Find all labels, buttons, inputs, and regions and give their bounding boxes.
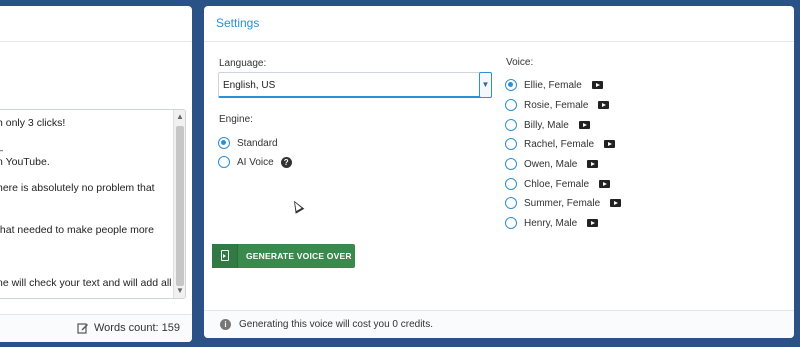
engine-label: Engine:: [219, 114, 253, 125]
play-icon[interactable]: [604, 140, 616, 148]
play-icon[interactable]: [587, 160, 599, 168]
voice-option-label: Henry, Male: [524, 217, 578, 229]
play-icon[interactable]: [591, 81, 603, 89]
editor-scrollbar[interactable]: ▲ ▼: [173, 110, 185, 298]
editor-line: here is absolutely no problem that: [0, 182, 155, 194]
settings-footer: i Generating this voice will cost you 0 …: [204, 310, 794, 338]
scroll-thumb[interactable]: [176, 126, 184, 286]
help-icon[interactable]: ?: [280, 156, 292, 168]
mouse-cursor-icon: [289, 198, 305, 214]
settings-panel: Settings Language: English, US ▼ Engine:…: [204, 6, 794, 338]
voice-label: Voice:: [506, 57, 534, 68]
editor-footer: Words count: 159: [0, 314, 192, 342]
chevron-down-icon[interactable]: ▼: [479, 72, 492, 98]
voice-option-label: Summer, Female: [524, 197, 601, 209]
cost-info: i Generating this voice will cost you 0 …: [220, 319, 433, 330]
settings-title: Settings: [204, 6, 794, 42]
editor-line: that needed to make people more: [0, 224, 155, 236]
voice-option-label: Ellie, Female: [524, 79, 582, 91]
play-icon[interactable]: [587, 219, 599, 227]
voice-radio[interactable]: [505, 178, 517, 190]
voice-option-rosie[interactable]: Rosie, Female: [505, 98, 610, 112]
voice-radio[interactable]: [505, 217, 517, 229]
editor-line: ne will check your text and will add all: [0, 277, 172, 289]
play-icon[interactable]: [599, 180, 611, 188]
editor-line: _: [0, 140, 3, 152]
scroll-up-icon[interactable]: ▲: [174, 111, 185, 123]
language-select-value: English, US: [223, 80, 276, 91]
engine-standard-label: Standard: [237, 137, 278, 149]
engine-standard-radio[interactable]: [218, 137, 230, 149]
cost-info-text: Generating this voice will cost you 0 cr…: [239, 319, 433, 330]
words-count: Words count: 159: [77, 322, 180, 334]
editor-line: n YouTube.: [0, 156, 50, 168]
play-icon[interactable]: [610, 199, 622, 207]
editor-panel-header: [0, 6, 192, 42]
play-icon[interactable]: [578, 121, 590, 129]
voice-option-summer[interactable]: Summer, Female: [505, 196, 622, 210]
voice-option-chloe[interactable]: Chloe, Female: [505, 177, 611, 191]
voice-radio[interactable]: [505, 197, 517, 209]
language-select[interactable]: English, US ▼: [218, 72, 492, 98]
scroll-down-icon[interactable]: ▼: [174, 285, 185, 297]
voice-radio[interactable]: [505, 138, 517, 150]
editor-line: h only 3 clicks!: [0, 117, 66, 129]
edit-icon: [77, 323, 88, 334]
play-icon[interactable]: [598, 101, 610, 109]
voice-radio[interactable]: [505, 158, 517, 170]
voice-option-owen[interactable]: Owen, Male: [505, 157, 599, 171]
generate-button-label: GENERATE VOICE OVER: [246, 251, 352, 261]
text-editor-area[interactable]: h only 3 clicks! _ n YouTube. here is ab…: [0, 109, 186, 299]
voice-option-henry[interactable]: Henry, Male: [505, 216, 599, 230]
voice-option-rachel[interactable]: Rachel, Female: [505, 137, 616, 151]
engine-option-standard[interactable]: Standard: [218, 136, 278, 150]
engine-option-ai-voice[interactable]: AI Voice ?: [218, 155, 292, 169]
voice-option-label: Rosie, Female: [524, 99, 589, 111]
voice-option-label: Chloe, Female: [524, 178, 590, 190]
voice-radio[interactable]: [505, 79, 517, 91]
voice-option-ellie[interactable]: Ellie, Female: [505, 78, 603, 92]
voice-radio[interactable]: [505, 99, 517, 111]
words-count-label: Words count: 159: [93, 322, 180, 334]
voice-option-label: Owen, Male: [524, 158, 578, 170]
generate-voice-over-button[interactable]: GENERATE VOICE OVER: [212, 244, 355, 268]
voice-radio[interactable]: [505, 119, 517, 131]
info-icon: i: [220, 319, 231, 330]
voice-option-billy[interactable]: Billy, Male: [505, 118, 590, 132]
voice-option-label: Billy, Male: [524, 119, 569, 131]
voice-option-label: Rachel, Female: [524, 138, 595, 150]
language-label: Language:: [219, 58, 267, 69]
engine-ai-voice-radio[interactable]: [218, 156, 230, 168]
engine-ai-voice-label: AI Voice: [237, 156, 274, 168]
text-editor-panel: h only 3 clicks! _ n YouTube. here is ab…: [0, 6, 192, 342]
document-play-icon: [212, 244, 238, 268]
